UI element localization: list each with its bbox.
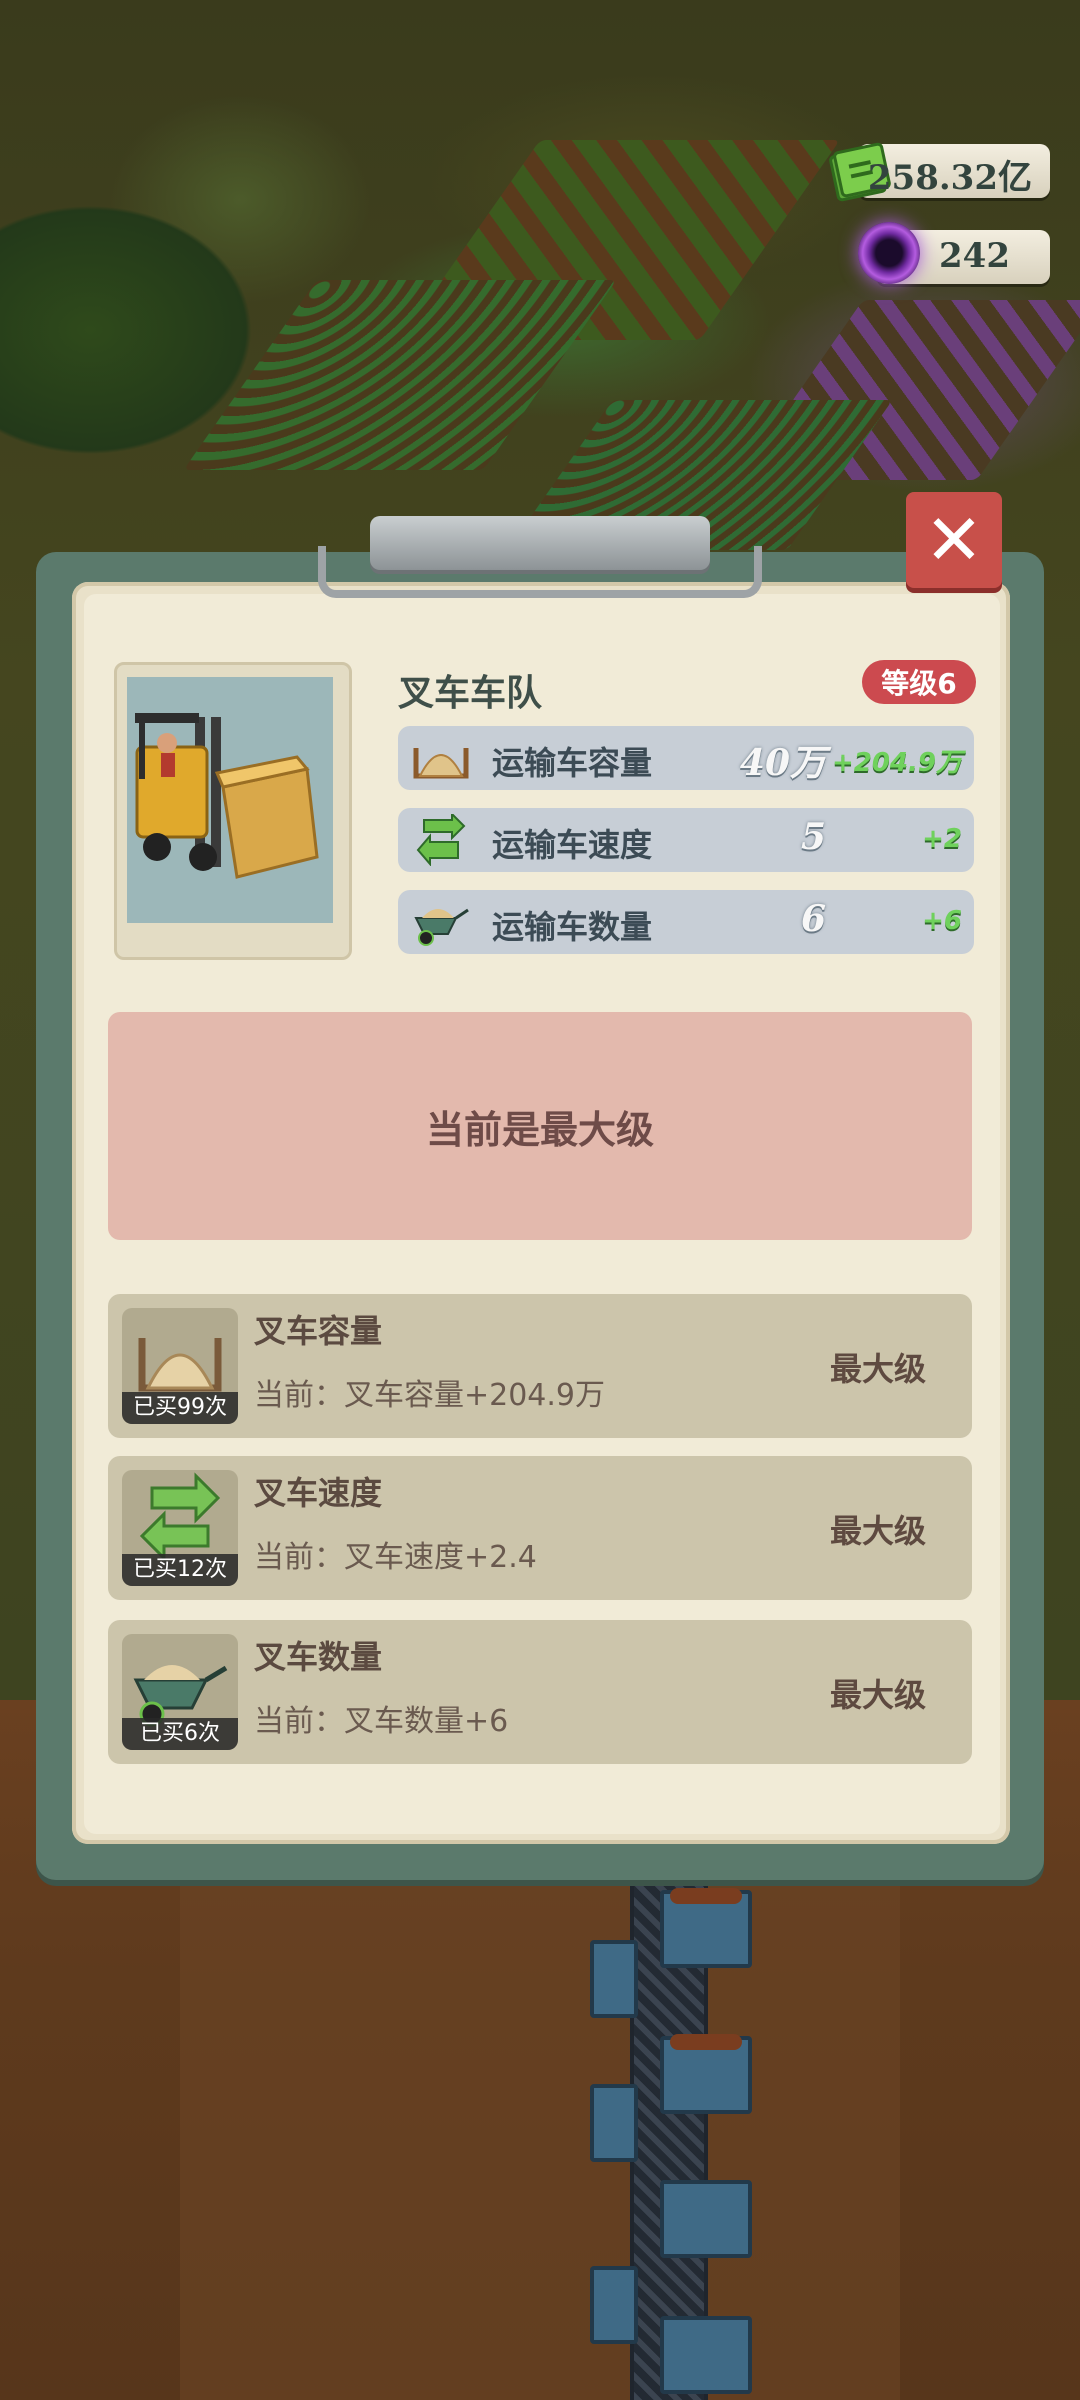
bought-count: 已买6次 bbox=[122, 1718, 238, 1750]
upgrade-name: 叉车数量 bbox=[254, 1638, 383, 1676]
ore-bucket bbox=[590, 2266, 638, 2344]
panel-title: 叉车车队 bbox=[398, 673, 543, 714]
stat-bonus: +204.9万 bbox=[831, 748, 962, 778]
ore-bucket bbox=[660, 1888, 752, 1968]
upgrade-row-count[interactable]: 已买6次 叉车数量 当前：叉车数量+6 最大级 bbox=[108, 1620, 972, 1764]
stat-row-count: 运输车数量 6 +6 bbox=[398, 890, 974, 954]
upgrade-current: 当前：叉车数量+6 bbox=[254, 1704, 509, 1739]
cash-value: 258.32亿 bbox=[867, 158, 1032, 198]
wheelbarrow-icon bbox=[412, 896, 470, 948]
ore-bucket bbox=[590, 1940, 638, 2018]
crop-field bbox=[183, 280, 617, 470]
upgrade-name: 叉车容量 bbox=[254, 1312, 383, 1350]
stat-label: 运输车容量 bbox=[492, 744, 653, 782]
upgrade-current: 当前：叉车容量+204.9万 bbox=[254, 1378, 606, 1413]
upgrade-row-capacity[interactable]: 已买99次 叉车容量 当前：叉车容量+204.9万 最大级 bbox=[108, 1294, 972, 1438]
forklift-image bbox=[127, 677, 333, 923]
bought-count: 已买12次 bbox=[122, 1554, 238, 1586]
upgrade-current: 当前：叉车速度+2.4 bbox=[254, 1540, 537, 1575]
gem-counter[interactable]: 242 bbox=[858, 222, 1050, 284]
sand-pile-icon: 已买99次 bbox=[122, 1308, 238, 1424]
wheelbarrow-icon: 已买6次 bbox=[122, 1634, 238, 1750]
upgrade-state: 最大级 bbox=[829, 1350, 926, 1388]
bought-count: 已买99次 bbox=[122, 1392, 238, 1424]
stat-row-speed: 运输车速度 5 +2 bbox=[398, 808, 974, 872]
close-button[interactable]: ✕ bbox=[906, 492, 1002, 588]
ore-bucket bbox=[660, 2034, 752, 2114]
max-level-banner: 当前是最大级 bbox=[108, 1012, 972, 1240]
max-level-text: 当前是最大级 bbox=[425, 1107, 654, 1152]
upgrade-state: 最大级 bbox=[829, 1676, 926, 1714]
clipboard-clip bbox=[318, 516, 762, 606]
ore-bucket bbox=[660, 2316, 752, 2394]
sand-pile-icon bbox=[412, 732, 470, 784]
upgrade-name: 叉车速度 bbox=[254, 1474, 383, 1512]
cash-counter[interactable]: 258.32亿 bbox=[829, 142, 1050, 202]
swap-arrows-icon bbox=[412, 811, 470, 867]
gem-value: 242 bbox=[939, 236, 1010, 276]
upgrade-state: 最大级 bbox=[829, 1512, 926, 1550]
ore-bucket bbox=[590, 2084, 638, 2162]
swap-arrows-icon: 已买12次 bbox=[122, 1470, 238, 1586]
purple-orb-icon bbox=[858, 222, 920, 284]
stat-value: 40万 bbox=[739, 742, 826, 784]
ore-bucket bbox=[660, 2180, 752, 2258]
upgrade-row-speed[interactable]: 已买12次 叉车速度 当前：叉车速度+2.4 最大级 bbox=[108, 1456, 972, 1600]
stat-label: 运输车速度 bbox=[492, 826, 653, 864]
stat-bonus: +6 bbox=[922, 906, 962, 936]
mine-shaft bbox=[180, 1880, 900, 2400]
forklift-portrait bbox=[114, 662, 352, 960]
stat-label: 运输车数量 bbox=[492, 908, 653, 946]
stat-bonus: +2 bbox=[922, 824, 962, 854]
close-icon: ✕ bbox=[924, 499, 984, 581]
level-badge: 等级6 bbox=[862, 660, 976, 704]
stat-value: 6 bbox=[800, 898, 826, 940]
stat-row-capacity: 运输车容量 40万 +204.9万 bbox=[398, 726, 974, 790]
stat-value: 5 bbox=[800, 816, 826, 858]
